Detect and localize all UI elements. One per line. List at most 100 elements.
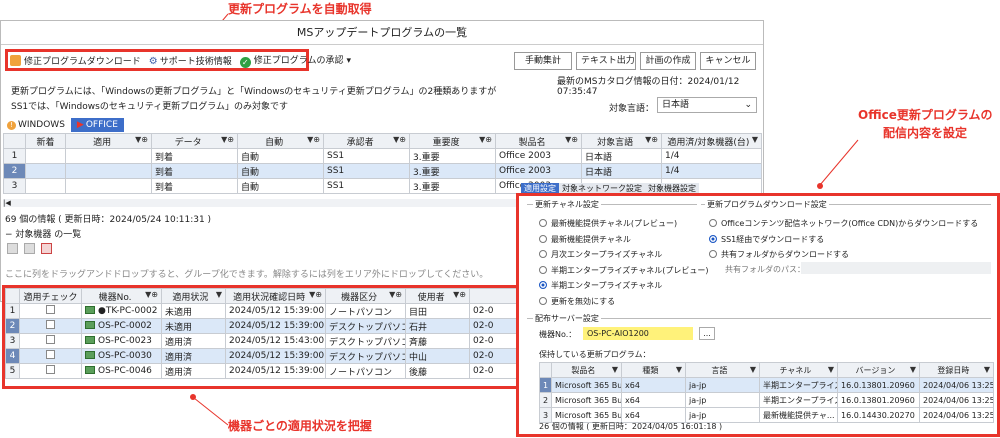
catalog-date: 最新のMSカタログ情報の日付：2024/01/12 07:35:47 <box>557 77 740 97</box>
col-new[interactable]: 新着 <box>25 133 66 149</box>
clear-icon[interactable] <box>41 243 52 254</box>
chevron-down-icon: ⌄ <box>744 100 752 110</box>
filter-icon: ▼ <box>215 289 222 299</box>
pc-icon <box>85 366 95 374</box>
table-row[interactable]: 1 到着 自動 SS1 3.重要 Office 2003 日本語 1/4 <box>3 148 762 164</box>
col-reg-date[interactable]: 登録日時 ▼ <box>919 362 994 378</box>
col-confirm-date[interactable]: 適用状況確認日時 ▼⊕ <box>225 288 326 304</box>
grid-info-count: 69 個の情報 ( 更新日時：2024/05/24 10:11:31 ) <box>5 215 212 225</box>
apply-checkbox[interactable] <box>46 350 55 359</box>
notice-line-2: SS1では、「Windowsのセキュリティ更新プログラム」のみ対象です <box>11 102 289 112</box>
expand-icon[interactable] <box>7 243 18 254</box>
table-row[interactable]: 2 OS-PC-0002 未適用 2024/05/12 15:39:00 デスクトッ… <box>5 318 518 334</box>
update-grid-header: 新着 適用 ▼⊕ データ ▼⊕ 自動 ▼⊕ 承認者 ▼⊕ 重要度 ▼⊕ 製品名 ▼⊕ 対象言… <box>3 133 762 149</box>
toolbar: 修正プログラムダウンロード ⚙ サポート技術情報 ✓ 修正プログラムの承認 ▾ <box>10 52 351 68</box>
cancel-button[interactable]: キャンセル <box>700 52 756 70</box>
download-option[interactable]: SS1経由でダウンロードする <box>709 232 978 248</box>
tab-windows[interactable]: ! WINDOWS <box>3 118 69 132</box>
horizontal-scrollbar[interactable]: |◀ <box>3 199 519 207</box>
table-row[interactable]: 2 到着 自動 SS1 3.重要 Office 2003 日本語 1/4 <box>3 163 762 179</box>
download-button[interactable]: 修正プログラムダウンロード <box>10 54 141 67</box>
server-title: 配布サーバー設定 <box>533 313 601 324</box>
download-options: Officeコンテンツ配信ネットワーク(Office CDN)からダウンロードす… <box>709 216 978 263</box>
office-flag-icon: ▶ <box>76 120 84 130</box>
language-label: 対象言語： <box>609 104 655 114</box>
apply-checkbox[interactable] <box>46 365 55 374</box>
machine-label: 機器No.： <box>539 330 577 339</box>
dropdown-icon: ▾ <box>346 55 351 66</box>
download-title: 更新プログラムダウンロード設定 <box>705 199 829 210</box>
pc-icon <box>85 321 95 329</box>
col-language[interactable]: 対象言語 ▼⊕ <box>581 133 662 149</box>
col-apply-status[interactable]: 適用状況 ▼ <box>161 288 226 304</box>
channel-option[interactable]: 半期エンタープライズチャネル <box>539 278 708 294</box>
device-grid-header: 適用チェック 機器No. ▼⊕ 適用状況 ▼ 適用状況確認日時 ▼⊕ 機器区分 ▼⊕ 使… <box>5 288 518 304</box>
download-option[interactable]: 共有フォルダからダウンロードする <box>709 247 978 263</box>
table-row[interactable]: 5 OS-PC-0046 適用済 2024/05/12 15:39:00 ノートパソ… <box>5 363 518 379</box>
table-row[interactable]: 2Microsoft 365 Bus...x64ja-jp半期エンタープライズ.… <box>539 392 994 408</box>
channel-options: 最新機能提供チャネル(プレビュー) 最新機能提供チャネル 月次エンタープライズチ… <box>539 216 708 309</box>
apply-checkbox[interactable] <box>46 305 55 314</box>
col-auto[interactable]: 自動 ▼⊕ <box>237 133 324 149</box>
col-device-kind[interactable]: 機器区分 ▼⊕ <box>325 288 406 304</box>
pc-icon <box>85 351 95 359</box>
support-button[interactable]: ⚙ サポート技術情報 <box>149 54 232 67</box>
col-type[interactable]: 種類 ▼ <box>621 362 686 378</box>
col-apply[interactable]: 適用 ▼⊕ <box>65 133 152 149</box>
share-path-label: 共有フォルダのパス： <box>725 265 805 274</box>
channel-option[interactable]: 半期エンタープライズチャネル(プレビュー) <box>539 263 708 279</box>
group-drag-hint: ここに列をドラッグアンドドロップすると、グループ化できます。解除するには列をエリ… <box>5 270 489 280</box>
create-plan-button[interactable]: 計画の作成 <box>640 52 696 70</box>
held-programs-grid: 製品名 ▼ 種類 ▼ 言語 ▼ チャネル ▼ バージョン ▼ 登録日時 ▼ 1 Microso… <box>539 362 994 423</box>
manual-aggregate-button[interactable]: 手動集計 <box>514 52 572 70</box>
tab-office[interactable]: ▶ OFFICE <box>70 118 124 132</box>
channel-option[interactable]: 最新機能提供チャネル <box>539 232 708 248</box>
table-row[interactable]: 4 OS-PC-0030 適用済 2024/05/12 15:39:00 デスクトッ… <box>5 348 518 364</box>
filter-icon: ▼⊕ <box>221 134 234 144</box>
approve-button[interactable]: ✓ 修正プログラムの承認 ▾ <box>239 53 351 68</box>
pc-icon <box>85 306 95 314</box>
channel-option[interactable]: 更新を無効にする <box>539 294 708 310</box>
col-data[interactable]: データ ▼⊕ <box>151 133 238 149</box>
window-title: MSアップデートプログラムの一覧 <box>1 21 763 45</box>
apply-checkbox[interactable] <box>46 335 55 344</box>
text-output-button[interactable]: テキスト出力 <box>576 52 636 70</box>
collapse-icon: − <box>5 230 13 240</box>
filter-icon: ▼⊕ <box>565 134 578 144</box>
col-device-no[interactable]: 機器No. ▼⊕ <box>81 288 162 304</box>
gear-icon: ⚙ <box>148 55 158 67</box>
col-count[interactable]: 適用済/対象機器(台) ▼ <box>661 133 762 149</box>
channel-option[interactable]: 最新機能提供チャネル(プレビュー) <box>539 216 708 232</box>
browse-button[interactable]: ... <box>699 327 715 340</box>
filter-icon: ▼⊕ <box>135 134 148 144</box>
col-product[interactable]: 製品名 ▼⊕ <box>495 133 582 149</box>
filter-icon: ▼⊕ <box>453 289 466 299</box>
channel-option[interactable]: 月次エンタープライズチャネル <box>539 247 708 263</box>
col-version[interactable]: バージョン ▼ <box>837 362 920 378</box>
pc-icon <box>85 336 95 344</box>
table-row[interactable]: 1 ●TK-PC-0002 未適用 2024/05/12 15:39:00 ノートパ… <box>5 303 518 319</box>
filter-icon: ▼ <box>751 134 758 144</box>
filter-icon: ▼⊕ <box>393 134 406 144</box>
machine-input[interactable]: OS-PC-AIO1200 <box>583 327 693 340</box>
col-product-name[interactable]: 製品名 ▼ <box>551 362 622 378</box>
device-grid: 適用チェック 機器No. ▼⊕ 適用状況 ▼ 適用状況確認日時 ▼⊕ 機器区分 ▼⊕ 使… <box>5 288 518 379</box>
download-option[interactable]: Officeコンテンツ配信ネットワーク(Office CDN)からダウンロードす… <box>709 216 978 232</box>
filter-icon: ▼⊕ <box>389 289 402 299</box>
language-select[interactable]: 日本語 ⌄ <box>657 97 757 113</box>
check-icon: ✓ <box>239 56 251 68</box>
col-approver[interactable]: 承認者 ▼⊕ <box>323 133 410 149</box>
scroll-first-icon: |◀ <box>3 199 11 207</box>
col-severity[interactable]: 重要度 ▼⊕ <box>409 133 496 149</box>
collapse-all-icon[interactable] <box>24 243 35 254</box>
notice-line-1: 更新プログラムには、「Windowsの更新プログラム」と「Windowsのセキュ… <box>11 87 497 97</box>
col-user[interactable]: 使用者 ▼⊕ <box>405 288 470 304</box>
table-row[interactable]: 3 OS-PC-0023 適用済 2024/05/12 15:43:00 デスクトッ… <box>5 333 518 349</box>
share-path-input[interactable] <box>801 262 991 274</box>
col-lang[interactable]: 言語 ▼ <box>685 362 760 378</box>
col-apply-check[interactable]: 適用チェック <box>19 288 82 304</box>
filter-icon: ▼⊕ <box>309 289 322 299</box>
apply-checkbox[interactable] <box>46 320 55 329</box>
table-row[interactable]: 1Microsoft 365 Bus...x64ja-jp半期エンタープライズ.… <box>539 377 994 393</box>
col-channel[interactable]: チャネル ▼ <box>759 362 838 378</box>
